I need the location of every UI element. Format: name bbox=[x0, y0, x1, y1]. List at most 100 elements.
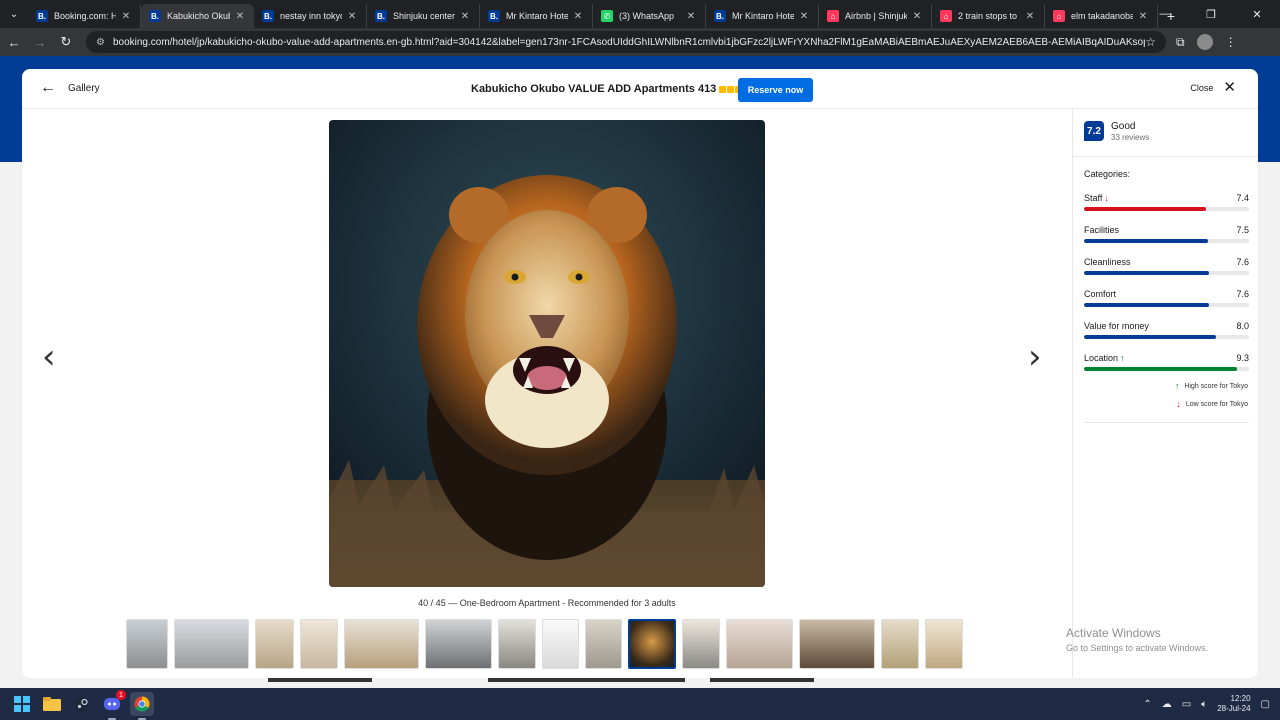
score-bar-fill bbox=[1084, 335, 1216, 339]
score-word: Good bbox=[1111, 121, 1136, 132]
tab-close-icon[interactable]: ✕ bbox=[798, 11, 810, 22]
next-photo-chevron-icon[interactable]: › bbox=[1028, 340, 1042, 374]
tab-close-icon[interactable]: ✕ bbox=[120, 11, 132, 22]
reserve-now-button[interactable]: Reserve now bbox=[738, 78, 813, 102]
bookmark-star-icon[interactable]: ☆ bbox=[1145, 35, 1156, 49]
airbnb-favicon: ⌂ bbox=[827, 10, 839, 22]
review-count[interactable]: 33 reviews bbox=[1111, 133, 1149, 143]
previous-photo-chevron-icon[interactable]: ‹ bbox=[42, 340, 56, 374]
browser-tab[interactable]: ⌂ 2 train stops to Sh ✕ bbox=[932, 4, 1045, 28]
profile-avatar[interactable] bbox=[1196, 34, 1213, 50]
notifications-bell-icon[interactable]: ▢ bbox=[1261, 699, 1270, 710]
thumbnail[interactable] bbox=[126, 619, 168, 669]
restore-icon[interactable]: ❐ bbox=[1188, 0, 1234, 28]
browser-menu-icon[interactable]: ⋮ bbox=[1225, 35, 1237, 49]
minimize-icon[interactable]: — bbox=[1142, 0, 1188, 28]
photo-caption: 40 / 45 — One-Bedroom Apartment - Recomm… bbox=[418, 598, 676, 608]
score-bar-track bbox=[1084, 207, 1249, 211]
thumbnail[interactable] bbox=[682, 619, 720, 669]
address-bar[interactable]: ⚙ booking.com/hotel/jp/kabukicho-okubo-v… bbox=[86, 31, 1166, 53]
category-value: 7.6 bbox=[1236, 257, 1249, 267]
chevron-up-icon[interactable]: ⌃ bbox=[1143, 699, 1151, 710]
category-label: Cleanliness bbox=[1084, 257, 1131, 267]
browser-tab[interactable]: B. Mr Kintaro Hotel ✕ bbox=[706, 4, 819, 28]
onedrive-cloud-icon[interactable]: ☁ bbox=[1162, 699, 1172, 710]
reload-icon[interactable]: ↻ bbox=[54, 30, 78, 54]
thumbnail[interactable] bbox=[585, 619, 622, 669]
tab-close-icon[interactable]: ✕ bbox=[685, 11, 697, 22]
address-url: booking.com/hotel/jp/kabukicho-okubo-val… bbox=[112, 36, 1145, 48]
tab-close-icon[interactable]: ✕ bbox=[572, 11, 584, 22]
gallery-modal: ← Gallery Kabukicho Okubo VALUE ADD Apar… bbox=[22, 69, 1258, 678]
category-row: Comfort 7.6 bbox=[1084, 289, 1249, 313]
score-bar-fill bbox=[1084, 239, 1208, 243]
browser-tab[interactable]: B. nestay inn tokyo ✕ bbox=[254, 4, 367, 28]
tab-title: Mr Kintaro Hotel bbox=[732, 11, 794, 21]
thumbnail[interactable] bbox=[881, 619, 919, 669]
thumbnail[interactable] bbox=[925, 619, 963, 669]
tab-title: Mr Kintaro Hotel bbox=[506, 11, 568, 21]
file-explorer-icon[interactable] bbox=[40, 692, 64, 716]
category-row: Location ↑ 9.3 bbox=[1084, 353, 1249, 377]
score-bar-fill bbox=[1084, 207, 1207, 211]
arrow-down-icon: ↓ bbox=[1104, 193, 1109, 203]
tab-title: Airbnb | Shinjuku bbox=[845, 11, 907, 21]
thumbnail-strip bbox=[126, 619, 963, 669]
thumbnail[interactable] bbox=[542, 619, 579, 669]
steam-icon[interactable] bbox=[70, 692, 94, 716]
browser-tab[interactable]: B. Booking.com: Hot ✕ bbox=[28, 4, 141, 28]
site-info-icon[interactable]: ⚙ bbox=[96, 37, 105, 48]
categories-title: Categories: bbox=[1084, 169, 1131, 179]
browser-tab[interactable]: B. Kabukicho Okubo ✕ bbox=[141, 4, 254, 28]
category-row: Cleanliness 7.6 bbox=[1084, 257, 1249, 281]
windows-start-icon[interactable] bbox=[10, 692, 34, 716]
browser-tab[interactable]: ⌂ Airbnb | Shinjuku ✕ bbox=[819, 4, 932, 28]
tab-close-icon[interactable]: ✕ bbox=[1024, 11, 1036, 22]
score-bar-track bbox=[1084, 335, 1249, 339]
browser-tab[interactable]: ✆ (3) WhatsApp ✕ bbox=[593, 4, 706, 28]
thumbnail-active-lion[interactable] bbox=[628, 619, 676, 669]
category-row: Facilities 7.5 bbox=[1084, 225, 1249, 249]
browser-tab[interactable]: B. Shinjuku center-4 ✕ bbox=[367, 4, 480, 28]
back-arrow-icon[interactable]: ← bbox=[2, 30, 26, 54]
score-bar-fill bbox=[1084, 303, 1210, 307]
window-close-icon[interactable]: ✕ bbox=[1234, 0, 1280, 28]
network-icon[interactable]: ▭ bbox=[1182, 699, 1191, 710]
forward-arrow-icon[interactable]: → bbox=[28, 30, 52, 54]
discord-icon[interactable]: 1 bbox=[100, 690, 126, 720]
extensions-puzzle-icon[interactable]: ⧉ bbox=[1176, 35, 1185, 50]
volume-icon[interactable]: 🔈︎ bbox=[1201, 699, 1207, 710]
thumbnail[interactable] bbox=[726, 619, 793, 669]
tab-close-icon[interactable]: ✕ bbox=[459, 11, 471, 22]
tab-close-icon[interactable]: ✕ bbox=[911, 11, 923, 22]
back-to-gallery-link[interactable]: ← Gallery bbox=[40, 79, 100, 96]
arrow-up-icon: ↑ bbox=[1174, 381, 1180, 391]
browser-tab[interactable]: B. Mr Kintaro Hotel ✕ bbox=[480, 4, 593, 28]
browser-toolbar: ← → ↻ ⚙ booking.com/hotel/jp/kabukicho-o… bbox=[0, 28, 1280, 56]
booking-favicon: B. bbox=[375, 10, 387, 22]
thumbnail[interactable] bbox=[300, 619, 338, 669]
thumbnail[interactable] bbox=[255, 619, 294, 669]
tab-title: Kabukicho Okubo bbox=[167, 11, 230, 21]
category-label: Facilities bbox=[1084, 225, 1120, 235]
thumbnail[interactable] bbox=[498, 619, 536, 669]
category-value: 7.5 bbox=[1236, 225, 1249, 235]
arrow-left-icon: ← bbox=[40, 79, 56, 96]
score-badge: 7.2 bbox=[1084, 121, 1104, 141]
score-bar-track bbox=[1084, 271, 1249, 275]
thumbnail[interactable] bbox=[174, 619, 249, 669]
tab-close-icon[interactable]: ✕ bbox=[234, 11, 246, 22]
airbnb-favicon: ⌂ bbox=[940, 10, 952, 22]
score-bar-track bbox=[1084, 367, 1249, 371]
thumbnail[interactable] bbox=[799, 619, 875, 669]
clock[interactable]: 12:20 28-Jul-24 bbox=[1217, 694, 1250, 714]
thumbnail[interactable] bbox=[344, 619, 419, 669]
tab-close-icon[interactable]: ✕ bbox=[346, 11, 358, 22]
arrow-down-icon: ↓ bbox=[1176, 399, 1181, 409]
score-bar-track bbox=[1084, 303, 1249, 307]
close-gallery-button[interactable]: Close ✕ bbox=[1190, 80, 1236, 95]
thumbnail[interactable] bbox=[425, 619, 492, 669]
category-label: Location bbox=[1084, 353, 1119, 363]
tab-search-chevron-icon[interactable]: ⌄ bbox=[0, 0, 28, 28]
chrome-icon[interactable] bbox=[130, 692, 154, 720]
